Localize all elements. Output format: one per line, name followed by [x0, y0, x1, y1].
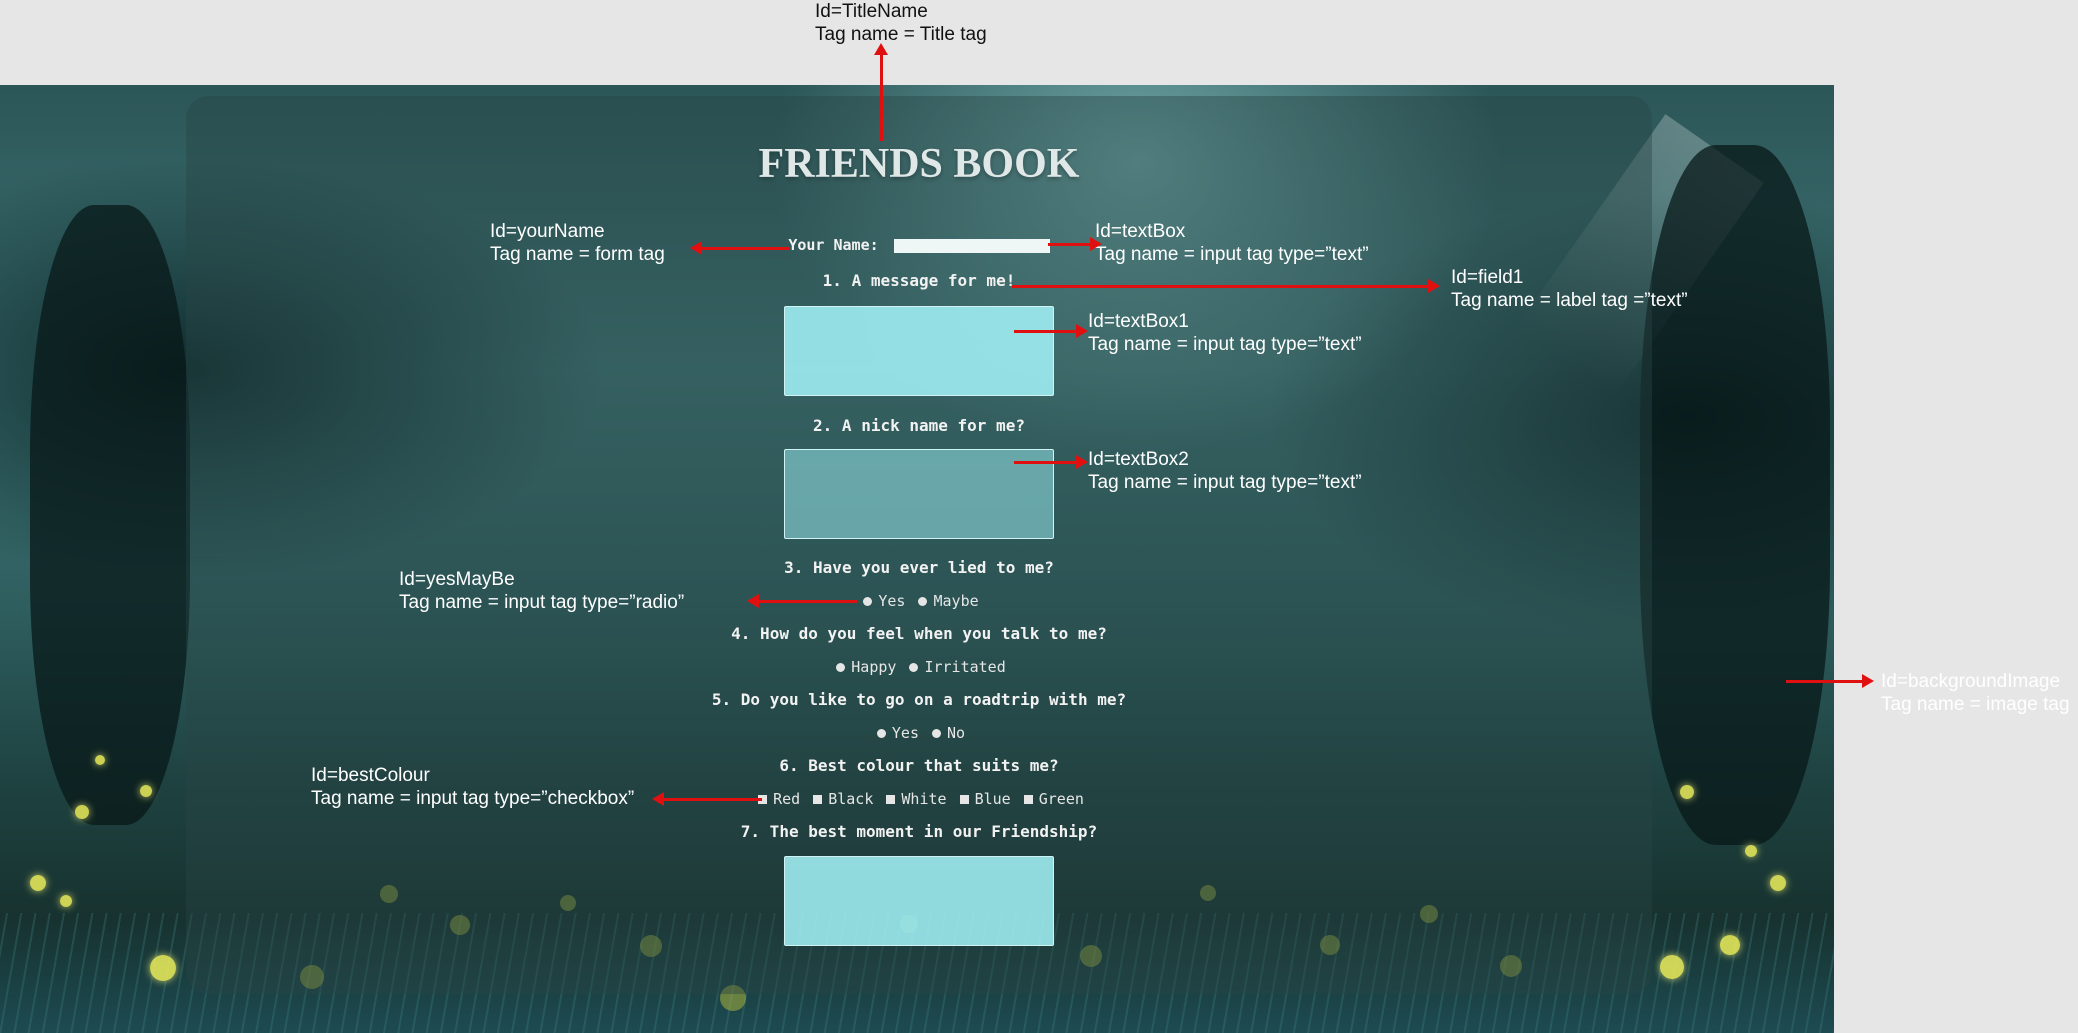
annotation-tag: Tag name = form tag [490, 244, 665, 265]
annotation-arrow [1786, 674, 1874, 688]
option-label: No [947, 724, 966, 742]
annotation-id: Id=textBox1 [1088, 311, 1189, 332]
firefly [150, 955, 176, 981]
annotation-arrow [747, 594, 857, 608]
annotation-text-box2: Id=textBox2 Tag name = input tag type=”t… [1088, 448, 1362, 494]
annotation-id: Id=bestColour [311, 765, 430, 786]
annotation-tag: Tag name = input tag type=”radio” [399, 592, 685, 613]
firefly [75, 805, 89, 819]
firefly [1720, 935, 1740, 955]
radio-irritated[interactable] [909, 663, 919, 672]
annotation-id: Id=backgroundImage [1881, 671, 2061, 692]
annotation-tag: Tag name = Title tag [815, 24, 987, 45]
page-title: FRIENDS BOOK [758, 141, 1080, 187]
option-label: Irritated [924, 658, 1006, 676]
option-label: Maybe [933, 592, 979, 610]
annotation-arrow [1014, 455, 1088, 469]
annotation-id: Id=yourName [490, 221, 605, 242]
annotation-id: Id=yesMayBe [399, 569, 515, 590]
annotation-id: Id=textBox [1095, 221, 1186, 242]
tree-trunk-right [1640, 145, 1830, 845]
option-label: Red [773, 790, 801, 808]
annotation-arrow [652, 792, 762, 806]
checkbox-blue[interactable] [959, 795, 969, 804]
annotation-id: Id=field1 [1451, 267, 1524, 288]
firefly [60, 895, 72, 907]
annotation-text-box1: Id=textBox1 Tag name = input tag type=”t… [1088, 310, 1362, 356]
firefly [1770, 875, 1786, 891]
your-name-row: Your Name: [186, 236, 1652, 254]
annotation-tag: Tag name = input tag type=”text” [1088, 334, 1362, 355]
option-label: Yes [891, 724, 919, 742]
message-textarea[interactable] [784, 306, 1054, 396]
annotation-arrow [1014, 324, 1088, 338]
q4-options: Happy Irritated [186, 658, 1652, 676]
tree-trunk-left [30, 205, 190, 825]
your-name-label: Your Name: [788, 236, 879, 254]
option-label: White [901, 790, 947, 808]
annotation-best-colour: Id=bestColour Tag name = input tag type=… [311, 764, 634, 810]
firefly [1680, 785, 1694, 799]
question-4: 4. How do you feel when you talk to me? [731, 624, 1107, 643]
option-label: Blue [974, 790, 1011, 808]
radio-happy[interactable] [836, 663, 846, 672]
annotation-arrow [690, 241, 790, 255]
annotation-text-box: Id=textBox Tag name = input tag type=”te… [1095, 220, 1369, 266]
annotation-field1: Id=field1 Tag name = label tag =”text” [1451, 266, 1688, 312]
checkbox-green[interactable] [1023, 795, 1033, 804]
annotation-tag: Tag name = input tag type=”text” [1095, 244, 1369, 265]
firefly [1745, 845, 1757, 857]
option-label: Green [1038, 790, 1084, 808]
firefly [1660, 955, 1684, 979]
form-card: FRIENDS BOOK Your Name: 1. A message for… [186, 96, 1652, 994]
checkbox-black[interactable] [813, 795, 823, 804]
best-moment-textarea[interactable] [784, 856, 1054, 946]
annotation-title: Id=TitleName Tag name = Title tag [815, 0, 987, 46]
annotation-arrow [1012, 279, 1440, 293]
option-label: Yes [878, 592, 906, 610]
annotation-tag: Tag name = image tag [1881, 694, 2070, 715]
annotation-arrow [1048, 237, 1102, 251]
annotation-yes-maybe: Id=yesMayBe Tag name = input tag type=”r… [399, 568, 684, 614]
firefly [95, 755, 105, 765]
annotation-id: Id=TitleName [815, 1, 928, 22]
radio-no[interactable] [932, 729, 942, 738]
option-label: Black [828, 790, 874, 808]
question-7: 7. The best moment in our Friendship? [740, 822, 1098, 841]
annotation-tag: Tag name = input tag type=”checkbox” [311, 788, 635, 809]
radio-yes[interactable] [876, 729, 886, 738]
firefly [30, 875, 46, 891]
annotation-your-name: Id=yourName Tag name = form tag [490, 220, 665, 266]
radio-maybe[interactable] [918, 597, 928, 606]
annotation-tag: Tag name = input tag type=”text” [1088, 472, 1362, 493]
firefly [140, 785, 152, 797]
annotation-id: Id=textBox2 [1088, 449, 1189, 470]
option-label: Happy [851, 658, 897, 676]
checkbox-white[interactable] [886, 795, 896, 804]
q5-options: Yes No [186, 724, 1652, 742]
question-2: 2. A nick name for me? [813, 416, 1025, 435]
annotation-arrow [874, 43, 888, 141]
question-5: 5. Do you like to go on a roadtrip with … [711, 690, 1127, 709]
your-name-input[interactable] [893, 238, 1050, 253]
annotation-background: Id=backgroundImage Tag name = image tag [1881, 670, 2070, 716]
annotation-tag: Tag name = label tag =”text” [1451, 290, 1688, 311]
radio-yes[interactable] [863, 597, 873, 606]
